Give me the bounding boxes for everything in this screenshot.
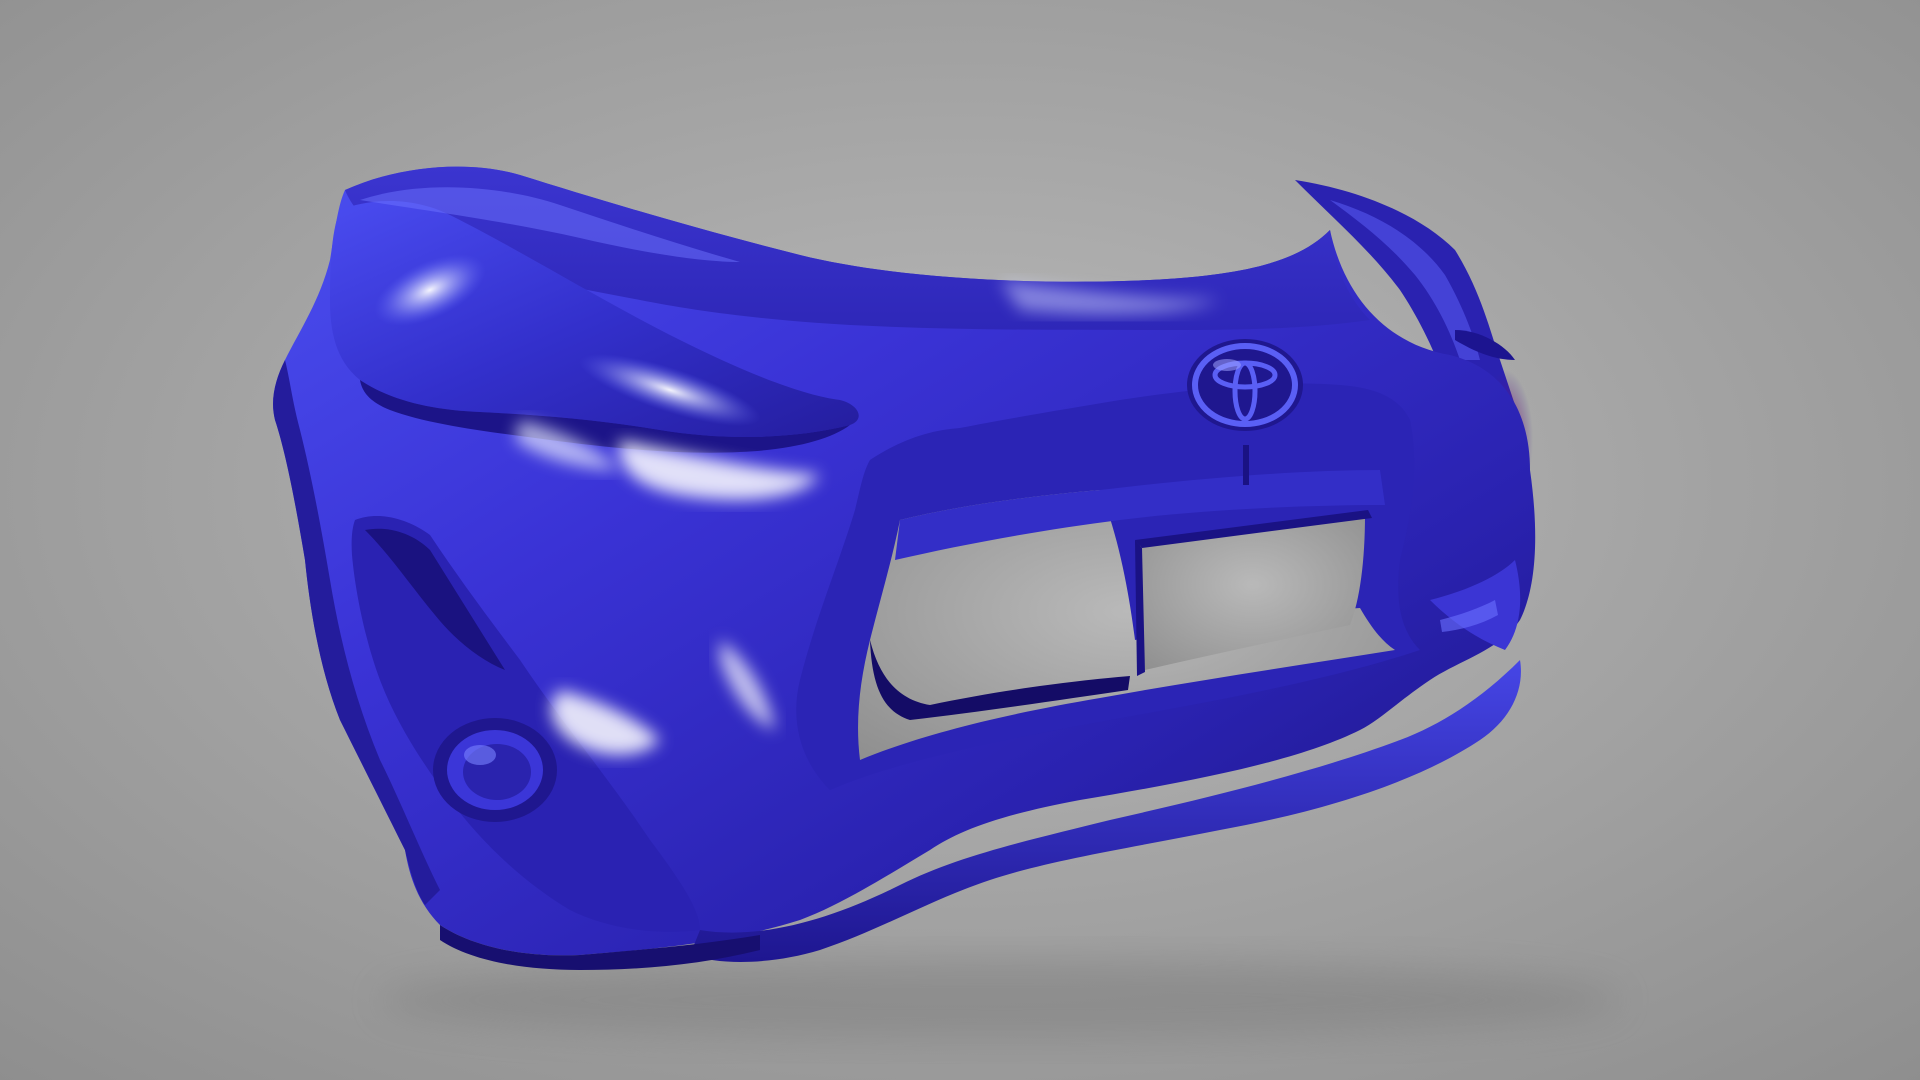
ground-shadow <box>380 960 1620 1040</box>
3d-model-viewport[interactable] <box>0 0 1920 1080</box>
emblem-stalk <box>1243 445 1249 485</box>
left-fog-lamp <box>433 718 557 822</box>
bumper-model[interactable] <box>0 0 1920 1080</box>
toyota-emblem-icon <box>1187 339 1303 431</box>
